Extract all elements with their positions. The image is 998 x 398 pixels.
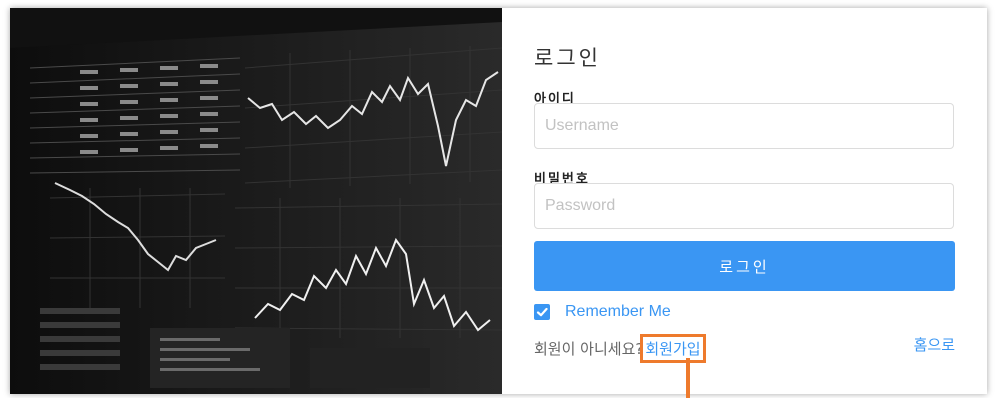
login-button[interactable]: 로그인 bbox=[534, 241, 955, 291]
signup-prompt: 회원이 아니세요? bbox=[534, 340, 644, 358]
remember-me[interactable]: Remember Me bbox=[534, 303, 671, 321]
password-input[interactable] bbox=[534, 183, 954, 229]
page-title: 로그인 bbox=[534, 46, 601, 70]
signup-row: 회원이 아니세요? 회원가입 bbox=[534, 334, 706, 363]
remember-me-checkbox[interactable] bbox=[534, 304, 550, 320]
login-form: 로그인 아이디 비밀번호 로그인 Remember Me 회원이 아니세요? 회… bbox=[502, 8, 987, 394]
login-card: 로그인 아이디 비밀번호 로그인 Remember Me 회원이 아니세요? 회… bbox=[10, 8, 987, 394]
annotation-arrow bbox=[686, 358, 690, 398]
signup-link[interactable]: 회원가입 bbox=[640, 334, 706, 363]
remember-me-label: Remember Me bbox=[565, 303, 671, 320]
check-icon bbox=[536, 307, 548, 317]
username-input[interactable] bbox=[534, 103, 954, 149]
home-link[interactable]: 홈으로 bbox=[914, 334, 955, 355]
stock-chart-photo bbox=[10, 8, 502, 394]
